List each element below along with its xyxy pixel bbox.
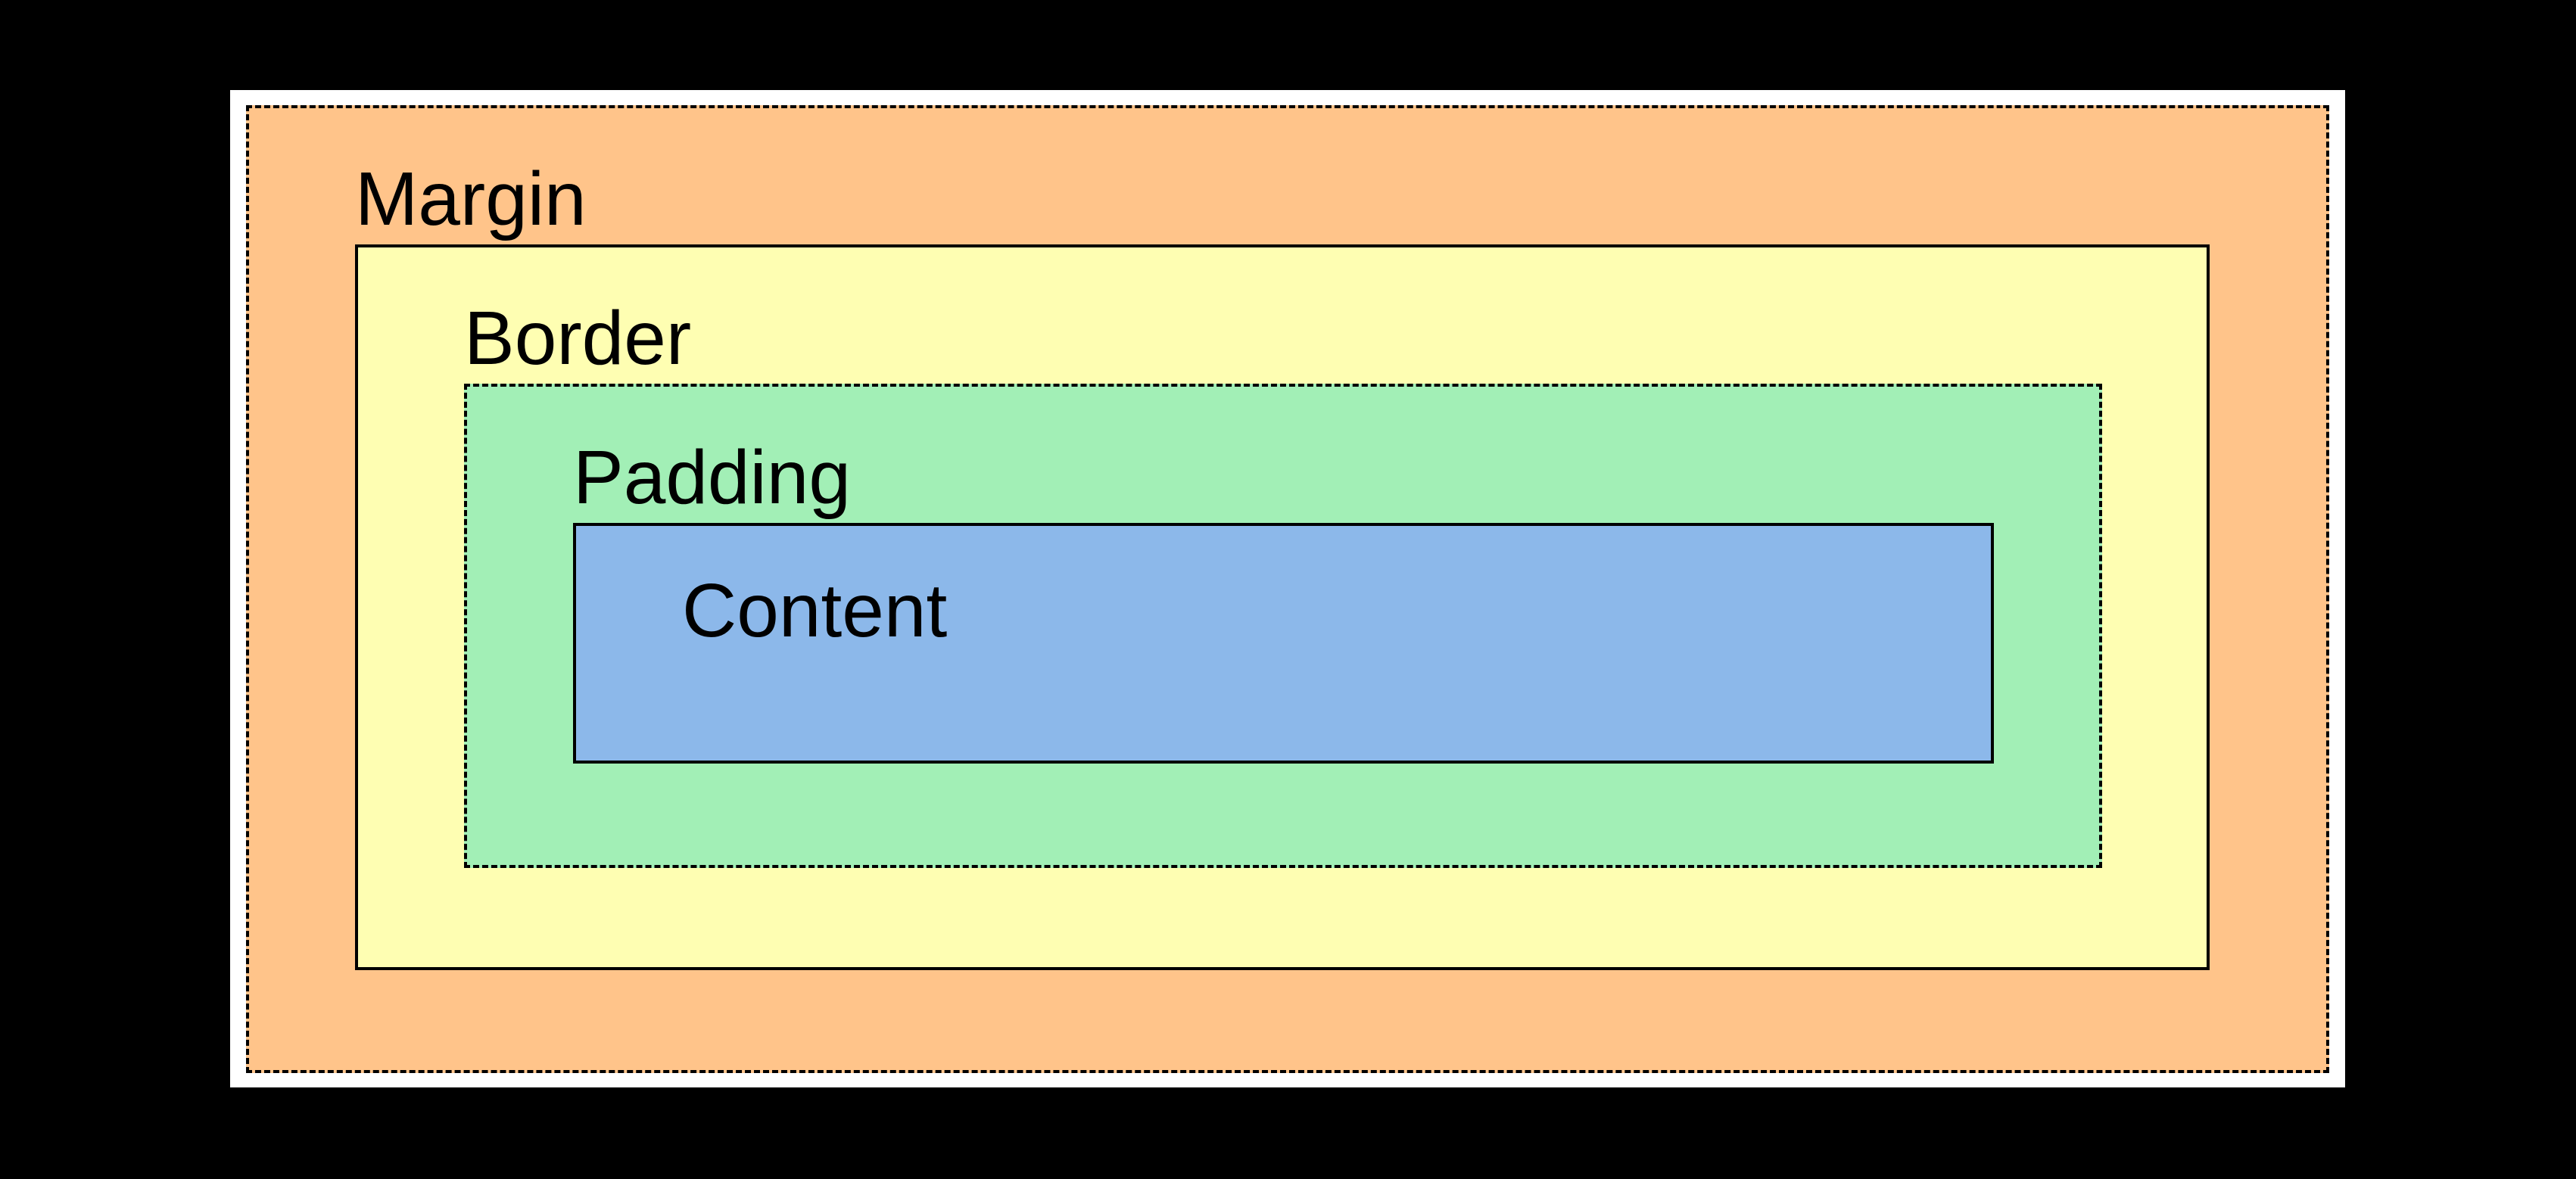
margin-box: Margin Border Padding Content <box>246 105 2329 1073</box>
padding-label: Padding <box>573 435 851 520</box>
diagram-frame: Margin Border Padding Content <box>230 90 2345 1087</box>
content-box: Content <box>573 523 1994 764</box>
border-box: Border Padding Content <box>355 244 2210 970</box>
content-label: Content <box>682 568 948 653</box>
border-label: Border <box>464 296 692 381</box>
padding-box: Padding Content <box>464 384 2102 868</box>
margin-label: Margin <box>355 157 587 241</box>
